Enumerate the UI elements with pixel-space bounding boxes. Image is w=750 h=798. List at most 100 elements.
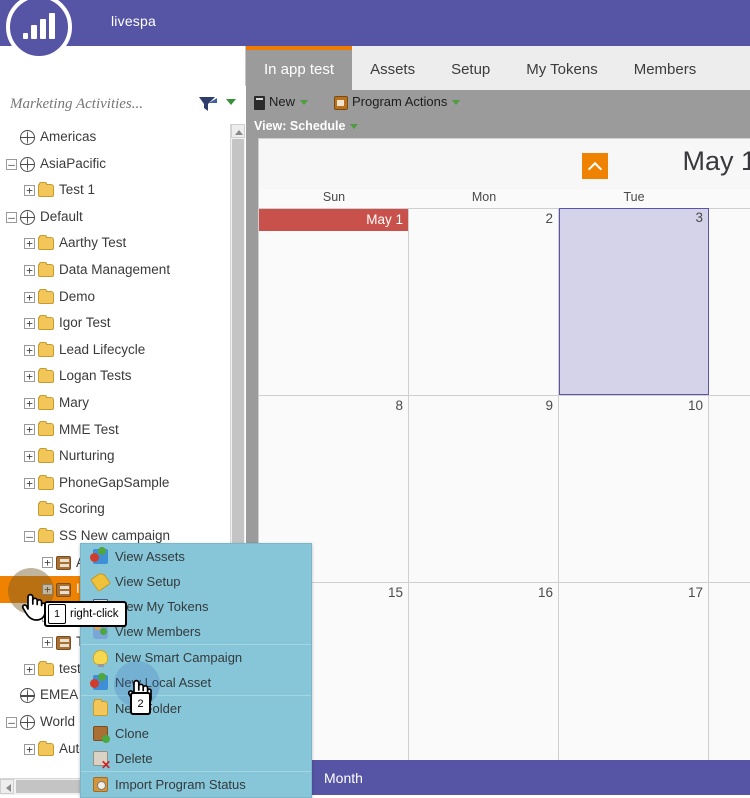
tab-setup[interactable]: Setup [433, 47, 508, 91]
tree-expander-plus-icon[interactable]: + [24, 371, 35, 383]
calendar-day-cell[interactable]: 9 [409, 395, 559, 582]
tree-expander-plus-icon[interactable]: + [24, 238, 35, 250]
calendar-day-cell[interactable]: May 1 [259, 208, 409, 395]
scroll-up-arrow[interactable] [231, 124, 245, 138]
tree-expander-plus-icon[interactable]: + [24, 477, 35, 489]
tree-item-label: Nurturing [59, 448, 115, 464]
day-of-week-row: Sun Mon Tue [259, 189, 750, 208]
tree-expander-plus-icon[interactable]: + [24, 451, 35, 463]
tree-item-demo[interactable]: + Demo [0, 284, 246, 311]
folder-icon [38, 235, 54, 251]
tab-my-tokens[interactable]: My Tokens [508, 47, 615, 91]
calendar-day-number: 15 [387, 585, 403, 600]
folder-icon [38, 261, 54, 277]
tree-expander-minus-icon[interactable]: – [6, 211, 17, 223]
tree-item-label: Americas [40, 129, 97, 145]
menu-item-import-program-status[interactable]: Import Program Status [81, 772, 311, 797]
view-bar: View: Schedule [246, 116, 750, 138]
folder-icon [38, 448, 54, 464]
tree-item-label: Lead Lifecycle [59, 341, 146, 357]
program-icon [56, 635, 71, 650]
calendar-day-cell[interactable]: 3 [559, 208, 709, 395]
calendar-day-cell[interactable]: 16 [409, 582, 559, 769]
tree-expander-plus-icon[interactable]: + [42, 557, 53, 569]
chevron-down-icon[interactable] [226, 99, 236, 105]
calendar-day-number: May 1 [259, 209, 408, 231]
program-context-menu: View Assets View Setup View My Tokens View … [80, 543, 312, 798]
tree-item-test-1[interactable]: + Test 1 [0, 177, 246, 204]
clone-icon [93, 726, 110, 743]
tree-expander-plus-icon[interactable]: + [24, 291, 35, 303]
scroll-left-arrow[interactable] [0, 779, 14, 794]
folder-icon [38, 527, 54, 543]
search-input[interactable] [8, 95, 202, 114]
globe-icon [20, 156, 35, 172]
menu-item-view-setup[interactable]: View Setup [81, 569, 311, 594]
calendar-view-tab-month[interactable]: Month [306, 760, 381, 795]
calendar-day-cell[interactable] [709, 582, 750, 769]
day-header-sun: Sun [322, 190, 346, 204]
local-asset-icon [90, 673, 108, 690]
tree-item-mary[interactable]: + Mary [0, 390, 246, 417]
tree-expander-plus-icon[interactable]: + [24, 424, 35, 436]
calendar-day-cell[interactable] [709, 395, 750, 582]
tree-expander-plus-icon[interactable]: + [24, 185, 35, 197]
tree-expander-plus-icon[interactable]: + [24, 743, 35, 755]
menu-item-new-smart-campaign[interactable]: New Smart Campaign [81, 645, 311, 670]
tree-item-logan-tests[interactable]: + Logan Tests [0, 363, 246, 390]
folder-icon [38, 394, 54, 410]
chevron-down-icon[interactable] [452, 100, 461, 106]
chevron-down-icon[interactable] [350, 124, 359, 130]
menu-item-label: Delete [115, 751, 153, 766]
tree-item-igor-test[interactable]: + Igor Test [0, 310, 246, 337]
tree-item-label: Mary [59, 395, 89, 411]
tab-members[interactable]: Members [616, 47, 715, 91]
funnel-filter-icon[interactable] [198, 95, 218, 113]
view-selector[interactable]: View: Schedule [254, 119, 359, 133]
tree-expander-minus-icon[interactable]: – [24, 530, 35, 542]
tree-item-default[interactable]: – Default [0, 204, 246, 231]
menu-item-label: View Setup [115, 574, 181, 589]
tree-item-nurturing[interactable]: + Nurturing [0, 443, 246, 470]
folder-icon [38, 368, 54, 384]
tree-expander-minus-icon[interactable]: – [6, 717, 17, 728]
tree-item-aarthy-test[interactable]: + Aarthy Test [0, 230, 246, 257]
tree-item-phonegapsample[interactable]: + PhoneGapSample [0, 470, 246, 497]
menu-item-clone[interactable]: Clone [81, 721, 311, 746]
collapse-chevron-up-button[interactable] [582, 153, 608, 179]
tree-expander-minus-icon[interactable]: – [6, 158, 17, 170]
globe-icon [20, 715, 35, 730]
tree-item-data-management[interactable]: + Data Management [0, 257, 246, 284]
tree-expander-plus-icon[interactable]: + [24, 344, 35, 356]
tree-item-mme-test[interactable]: + MME Test [0, 417, 246, 444]
tree-expander-plus-icon[interactable]: + [24, 663, 35, 675]
menu-item-delete[interactable]: Delete [81, 746, 311, 772]
tree-item-scoring[interactable]: Scoring [0, 496, 246, 523]
delete-icon [93, 751, 111, 771]
tree-expander-plus-icon[interactable]: + [42, 637, 53, 649]
tab-strip: In app test Assets Setup My Tokens Members [246, 46, 714, 90]
tree-item-label: AsiaPacific [40, 155, 107, 171]
tab-label: In app test [264, 61, 335, 78]
new-button[interactable]: New [254, 94, 309, 110]
tree-item-lead-lifecycle[interactable]: + Lead Lifecycle [0, 337, 246, 364]
calendar-day-cell[interactable]: 10 [559, 395, 709, 582]
tree-item-americas[interactable]: Americas [0, 124, 246, 151]
tree-expander-plus-icon[interactable]: + [24, 397, 35, 409]
import-status-icon [93, 777, 108, 792]
calendar-day-number: 3 [695, 210, 703, 225]
menu-item-new-folder[interactable]: New Folder [81, 696, 311, 721]
calendar-day-cell[interactable]: 17 [559, 582, 709, 769]
tab-in-app-test[interactable]: In app test [246, 46, 353, 90]
calendar-day-cell[interactable] [709, 208, 750, 395]
chevron-down-icon[interactable] [300, 100, 309, 106]
tree-item-asiapacific[interactable]: – AsiaPacific [0, 151, 246, 178]
program-icon [56, 555, 71, 570]
program-actions-button[interactable]: Program Actions [334, 94, 461, 110]
menu-item-view-assets[interactable]: View Assets [81, 544, 311, 569]
calendar-day-cell[interactable]: 2 [409, 208, 559, 395]
tree-expander-plus-icon[interactable]: + [24, 318, 35, 330]
tree-expander-plus-icon[interactable]: + [24, 264, 35, 276]
tab-assets[interactable]: Assets [352, 47, 433, 91]
